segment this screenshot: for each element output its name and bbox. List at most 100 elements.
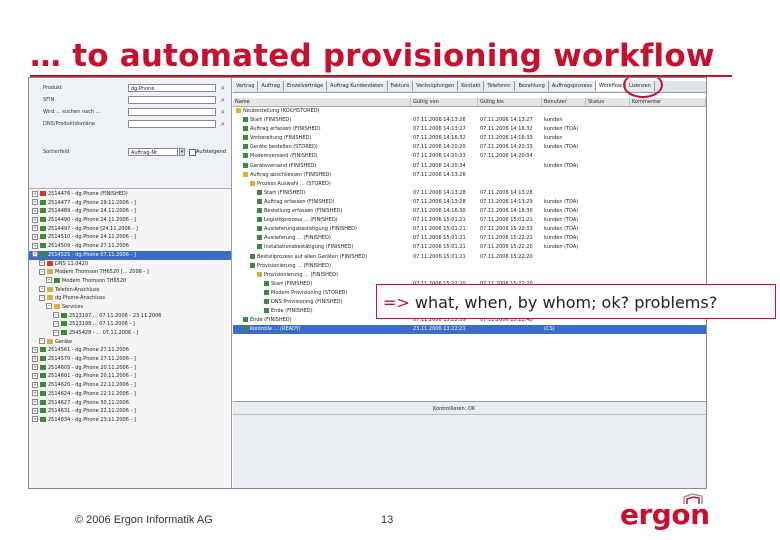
expand-toggle-icon[interactable]: + (32, 355, 38, 362)
tree-item[interactable]: +2514627 - dg.Phone 30.11.2006 (29, 399, 231, 408)
column-header-cell[interactable]: Status (586, 98, 630, 106)
tab-0[interactable]: Vertrag (233, 81, 259, 91)
workflow-row[interactable]: Provisionierung ... (FINISHED) (233, 262, 706, 271)
workflow-row[interactable]: Bestellprozess auf allen Geräten (FINISH… (233, 253, 706, 262)
sort-select-arrow[interactable]: ▾ (179, 148, 185, 156)
column-header-cell[interactable]: Gültig von (411, 98, 478, 106)
tab-10[interactable]: Workflow (595, 81, 626, 91)
workflow-row[interactable]: Neubestellung (KOCHSTORED) (233, 107, 706, 116)
tree-item[interactable]: +2514497 - dg.Phone [24.11.2006 - ] (29, 225, 231, 234)
expand-toggle-icon[interactable]: − (39, 338, 45, 345)
tab-7[interactable]: Telefonnr. (484, 81, 516, 91)
tab-2[interactable]: Einzelverträge (283, 81, 328, 91)
search-icon[interactable]: ⌕ (221, 96, 225, 105)
expand-toggle-icon[interactable]: + (32, 190, 38, 197)
expand-toggle-icon[interactable]: + (32, 207, 38, 214)
workflow-row[interactable]: Installationsbestätigung (FINISHED) 07.11… (233, 243, 706, 252)
workflow-row[interactable]: Geräte bestellen (STORED) 07.11.2006 14:2… (233, 143, 706, 152)
workflow-row[interactable]: Auftrag erfassen (FINISHED) 07.11.2006 14… (233, 198, 706, 207)
expand-toggle-icon[interactable]: + (32, 225, 38, 232)
tab-5[interactable]: Verknüpfungen (413, 81, 459, 91)
expand-toggle-icon[interactable]: − (39, 260, 45, 266)
expand-toggle-icon[interactable]: + (32, 399, 38, 405)
search-icon[interactable]: ⌕ (221, 84, 225, 93)
workflow-row[interactable]: Bestellung erfassen (FINISHED) 07.11.2006… (233, 207, 706, 216)
expand-toggle-icon[interactable]: + (32, 390, 38, 397)
tree-item[interactable]: − Services (29, 303, 231, 312)
tree-item[interactable]: +2514620 - dg.Phone 22.11.2006 - ] (29, 381, 231, 390)
tree-item[interactable]: +2514624 - dg.Phone 22.11.2006 - ] (29, 390, 231, 399)
workflow-row[interactable]: Prozess Auswahl ... (STORED) (233, 180, 706, 189)
expand-toggle-icon[interactable]: − (39, 268, 45, 275)
tab-6[interactable]: Kontakt (458, 81, 485, 91)
tree-item[interactable]: +2514605 - dg.Phone 20.11.2006 - ] (29, 364, 231, 373)
tree-item[interactable]: +2514561 - dg.Phone 27.11.2006 (29, 346, 231, 355)
workflow-row[interactable]: Provisionierung ... (FINISHED) (233, 271, 706, 280)
workflow-row[interactable]: Auftrag erfassen (FINISHED) 07.11.2006 14… (233, 125, 706, 134)
expand-toggle-icon[interactable]: − (46, 277, 52, 284)
workflow-row[interactable]: Auslieferung ... (FINISHED) 07.11.2006 15… (233, 234, 706, 243)
tree-item[interactable]: − Modem Thomson TH6520 [... 2006 - ] (29, 268, 231, 277)
expand-toggle-icon[interactable]: + (32, 216, 38, 223)
workflow-row[interactable]: Start (FINISHED) 07.11.2006 14:13:28 07.11… (233, 189, 706, 198)
tree-item[interactable]: +2514510 - dg.Phone 24.11.2006 - ] (29, 233, 231, 242)
expand-toggle-icon[interactable]: + (32, 416, 38, 423)
search-field-input[interactable] (128, 96, 216, 104)
search-field-input[interactable]: dg.Phone (128, 84, 216, 92)
tree-item[interactable]: − 2523197 ... 07.11.2006 - 23.11.2006 (29, 312, 231, 321)
search-field-input[interactable] (128, 120, 216, 128)
sort-select[interactable]: Auftrag-Nr (128, 148, 178, 156)
expand-toggle-icon[interactable]: − (39, 286, 45, 293)
workflow-row[interactable]: Auslieferungsbestätigung (FINISHED) 07.11… (233, 225, 706, 234)
tree-item[interactable]: +2514489 - dg.Phone 24.11.2006 - ] (29, 207, 231, 216)
tree-item[interactable]: − dg.Phone-Anschluss (29, 294, 231, 303)
expand-toggle-icon[interactable]: − (53, 320, 59, 327)
column-header-cell[interactable]: Name (233, 98, 411, 106)
column-header-cell[interactable]: Kommentar (630, 98, 706, 106)
tab-4[interactable]: Faktura (387, 81, 414, 91)
expand-toggle-icon[interactable]: + (32, 364, 38, 371)
expand-toggle-icon[interactable]: + (32, 346, 38, 353)
tree-item[interactable]: +2514509 - dg.Phone 27.11.2006 (29, 242, 231, 251)
expand-toggle-icon[interactable]: + (32, 199, 38, 206)
tree-item[interactable]: − Modem Thomson TH6520 (29, 277, 231, 286)
workflow-row[interactable]: Vorbereitung (FINISHED) 07.11.2006 14:16:… (233, 134, 706, 143)
search-field-input[interactable] (128, 108, 216, 116)
expand-toggle-icon[interactable]: + (32, 233, 38, 240)
expand-toggle-icon[interactable]: + (32, 251, 38, 258)
expand-toggle-icon[interactable]: + (32, 381, 38, 388)
expand-toggle-icon[interactable]: − (39, 294, 45, 301)
expand-toggle-icon[interactable]: − (53, 329, 59, 336)
tree-item[interactable]: +2514570 - dg.Phone 27.11.2006 - ] (29, 355, 231, 364)
tree-item[interactable]: − Geräte (29, 338, 231, 347)
expand-toggle-icon[interactable]: − (53, 312, 59, 319)
tree-item[interactable]: +2514525 - dg.Phone 07.11.2006 - ] (29, 250, 231, 260)
ascending-checkbox[interactable] (189, 149, 196, 156)
workflow-row[interactable]: Auftrag abschliessen (FINISHED) 07.11.200… (233, 171, 706, 180)
tab-9[interactable]: Auftragsprozess (548, 81, 596, 91)
tree-item[interactable]: − Telefon-Anschluss (29, 286, 231, 295)
column-header-cell[interactable]: Gültig bis (478, 98, 542, 106)
tree-item[interactable]: +2514477 - dg.Phone 29.11.2006 - ] (29, 199, 231, 208)
tree-item[interactable]: +2514490 - dg.Phone 24.11.2006 - ] (29, 216, 231, 225)
tab-3[interactable]: Auftrag Kundendaten (327, 81, 388, 91)
tree-item[interactable]: +2514476 - dg.Phone (FINISHED) (29, 190, 231, 199)
workflow-row[interactable]: Modemversand (FINISHED) 07.11.2006 14:20:… (233, 152, 706, 161)
expand-toggle-icon[interactable]: − (46, 303, 52, 310)
tree-item[interactable]: +2514631 - dg.Phone 22.11.2006 - ] (29, 407, 231, 416)
tab-8[interactable]: Bezahlung (515, 81, 549, 91)
search-icon[interactable]: ⌕ (221, 120, 225, 129)
tree-item[interactable]: +2514634 - dg.Phone 23.11.2006 - ] (29, 416, 231, 425)
search-icon[interactable]: ⌕ (221, 108, 225, 117)
workflow-row[interactable]: Logistikprozess ... (FINISHED) 07.11.2006… (233, 216, 706, 225)
tab-1[interactable]: Auftrag (258, 81, 284, 91)
tree-item[interactable]: − 2523198 ... 07.11.2006 - ] (29, 320, 231, 329)
expand-toggle-icon[interactable]: + (32, 372, 38, 379)
tree-item[interactable]: − 2545428 - ... 07.11.2006 - ] (29, 329, 231, 338)
column-header-cell[interactable]: Benutzer (542, 98, 586, 106)
expand-toggle-icon[interactable]: + (32, 407, 38, 414)
workflow-row[interactable]: Start (FINISHED) 07.11.2006 14:13:26 07.11… (233, 116, 706, 125)
tree-item[interactable]: − DNS 11.0420 (29, 260, 231, 269)
workflow-row[interactable]: Kontrolle ... (READY) 23.11.2006 13:22:21… (233, 325, 706, 335)
expand-toggle-icon[interactable]: + (32, 242, 38, 249)
